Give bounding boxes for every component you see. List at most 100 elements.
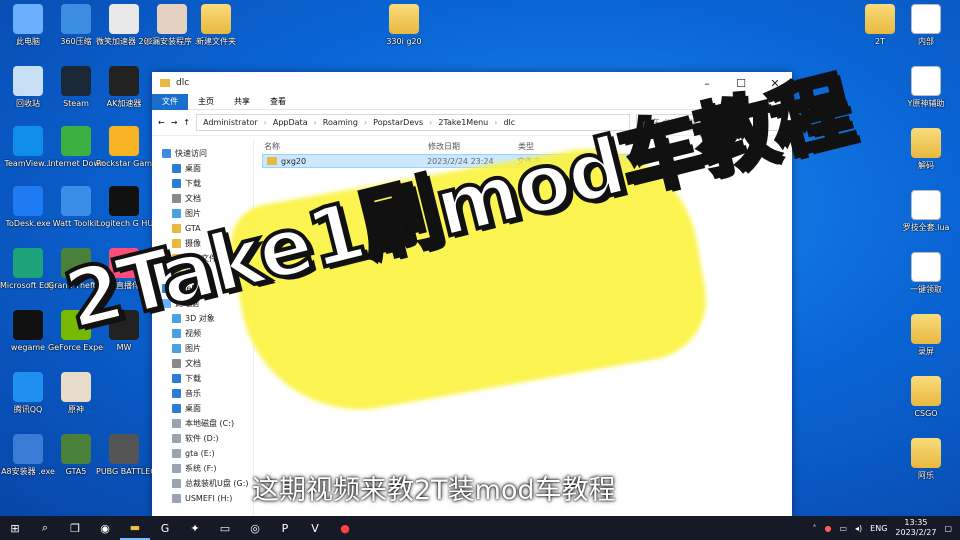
nav-item[interactable]: USMEFI (H:): [152, 491, 253, 506]
nav-item[interactable]: 图片: [152, 341, 253, 356]
terminal-icon[interactable]: ▭: [210, 516, 240, 540]
nav-item[interactable]: 软件 (D:): [152, 431, 253, 446]
premiere-icon[interactable]: P: [270, 516, 300, 540]
shortcut-label: 解码: [918, 161, 934, 170]
desktop-shortcut[interactable]: 原神: [48, 372, 104, 415]
breadcrumb-item[interactable]: PopstarDevs: [373, 118, 423, 127]
desktop-shortcut[interactable]: AK加速器: [96, 66, 152, 109]
back-icon[interactable]: ←: [158, 118, 165, 127]
shortcut-label: 一键领取: [910, 285, 942, 294]
qq-icon: [13, 372, 43, 402]
folder-icon: [911, 314, 941, 344]
shortcut-label: 330i g20: [386, 37, 422, 46]
nav-item[interactable]: 桌面: [152, 161, 253, 176]
nav-item[interactable]: 本地磁盘 (C:): [152, 416, 253, 431]
desktop-shortcut[interactable]: 解码: [898, 128, 954, 171]
logitech-icon: [109, 186, 139, 216]
nav-item[interactable]: 下载: [152, 176, 253, 191]
archive-icon: [61, 4, 91, 34]
desktop-shortcut[interactable]: 阿乐: [898, 438, 954, 481]
breadcrumb-item[interactable]: Roaming: [323, 118, 358, 127]
nav-item[interactable]: 快速访问: [152, 146, 253, 161]
desktop-shortcut[interactable]: 新建文件夹: [188, 4, 244, 47]
chevron-right-icon: ›: [363, 118, 368, 127]
ribbon-tab[interactable]: 查看: [260, 96, 296, 107]
desktop-shortcut[interactable]: 330i g20: [376, 4, 432, 47]
ribbon-tab[interactable]: 共享: [224, 96, 260, 107]
record-icon[interactable]: ●: [330, 516, 360, 540]
search-icon[interactable]: ⌕: [30, 516, 60, 540]
nav-item[interactable]: 系统 (F:): [152, 461, 253, 476]
nav-item-label: 图片: [185, 344, 201, 353]
nav-item[interactable]: 文档: [152, 356, 253, 371]
nav-item[interactable]: gta (E:): [152, 446, 253, 461]
nav-item[interactable]: 下载: [152, 371, 253, 386]
volume-icon[interactable]: ◂): [855, 524, 862, 533]
desktop-shortcut[interactable]: 内部: [898, 4, 954, 47]
nav-item-label: 系统 (F:): [185, 464, 217, 473]
clock[interactable]: 13:35 2023/2/27: [895, 518, 936, 538]
nav-item[interactable]: 总裁装机U盘 (G:): [152, 476, 253, 491]
record-icon[interactable]: ●: [824, 524, 831, 533]
desktop-shortcut[interactable]: Y原神辅助: [898, 66, 954, 109]
language-indicator[interactable]: ENG: [870, 524, 887, 533]
shortcut-label: CSGO: [914, 409, 938, 418]
genshin-icon: [61, 372, 91, 402]
app-icon[interactable]: ✦: [180, 516, 210, 540]
nav-item-label: 下载: [185, 179, 201, 188]
ribbon-tab[interactable]: 文件: [152, 93, 188, 110]
nav-item-icon: [172, 404, 181, 413]
desktop-shortcut[interactable]: CSGO: [898, 376, 954, 419]
file-icon: [911, 66, 941, 96]
nav-item-icon: [162, 149, 171, 158]
desktop-shortcut[interactable]: 一键领取: [898, 252, 954, 295]
breadcrumb-item[interactable]: 2Take1Menu: [438, 118, 488, 127]
gta5-icon: [61, 434, 91, 464]
nav-item-icon: [172, 389, 181, 398]
file-icon: [911, 4, 941, 34]
desktop-shortcut[interactable]: 录屏: [898, 314, 954, 357]
chevron-right-icon: ›: [429, 118, 433, 127]
folder-icon: [911, 376, 941, 406]
up-icon[interactable]: ↑: [183, 118, 190, 127]
nav-item-icon: [172, 434, 181, 443]
computer-icon: [13, 4, 43, 34]
breadcrumb-item[interactable]: Administrator: [203, 118, 258, 127]
nav-item-label: 下载: [185, 374, 201, 383]
notification-icon[interactable]: ▢: [944, 524, 952, 533]
folder-icon: [201, 4, 231, 34]
wegame-icon: [13, 310, 43, 340]
nav-item-icon: [172, 494, 181, 503]
chevron-up-icon[interactable]: ˄: [812, 524, 816, 533]
folder-icon: [911, 438, 941, 468]
folder-icon: [389, 4, 419, 34]
network-icon[interactable]: ▭: [839, 524, 847, 533]
nav-item[interactable]: 音乐: [152, 386, 253, 401]
rockstar-icon: [109, 126, 139, 156]
nav-item-icon: [172, 329, 181, 338]
gta-icon[interactable]: V: [300, 516, 330, 540]
desktop-shortcut[interactable]: 罗技全套.lua: [898, 190, 954, 233]
nav-item-label: gta (E:): [185, 449, 215, 458]
explorer-icon[interactable]: ▬: [120, 516, 150, 540]
ribbon-tab[interactable]: 主页: [188, 96, 224, 107]
chevron-right-icon: ›: [313, 118, 317, 127]
pubg-icon: [109, 434, 139, 464]
start-icon[interactable]: ⊞: [0, 516, 30, 540]
nav-item[interactable]: 桌面: [152, 401, 253, 416]
logitech-icon[interactable]: G: [150, 516, 180, 540]
breadcrumb-item[interactable]: AppData: [273, 118, 308, 127]
nav-item-label: USMEFI (H:): [185, 494, 233, 503]
idm-icon: [61, 126, 91, 156]
desktop-shortcut[interactable]: PUBG BATTLEGR...: [96, 434, 152, 477]
clock-time: 13:35: [904, 518, 928, 527]
taskview-icon[interactable]: ❐: [60, 516, 90, 540]
nav-item-label: 桌面: [185, 164, 201, 173]
steam-icon[interactable]: ◎: [240, 516, 270, 540]
system-tray: ˄ ● ▭ ◂) ENG 13:35 2023/2/27 ▢: [812, 518, 960, 538]
nav-item-label: 总裁装机U盘 (G:): [185, 479, 249, 488]
edge-icon[interactable]: ◉: [90, 516, 120, 540]
desktop-shortcut[interactable]: Rockstar Games...: [96, 126, 152, 169]
forward-icon[interactable]: →: [171, 118, 178, 127]
column-name[interactable]: 名称: [264, 141, 428, 152]
